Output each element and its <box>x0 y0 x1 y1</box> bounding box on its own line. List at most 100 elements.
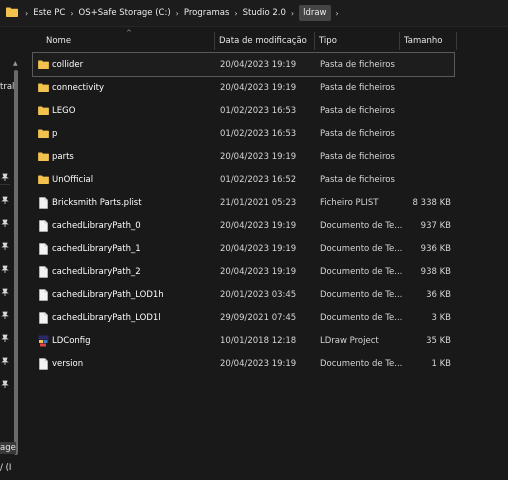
breadcrumb-studio[interactable]: Studio 2.0 <box>243 8 286 18</box>
column-divider[interactable] <box>399 32 400 50</box>
file-type: LDraw Project <box>320 335 379 346</box>
file-icon <box>37 214 49 237</box>
column-header-size[interactable]: Tamanho <box>404 30 456 52</box>
file-row[interactable]: UnOfficial 01/02/2023 16:52 Pasta de fiche… <box>33 168 454 191</box>
file-date: 20/04/2023 19:19 <box>220 151 297 162</box>
file-type: Pasta de ficheiros <box>320 174 395 185</box>
column-headers: ^ Nome Data de modificação Tipo Tamanho <box>30 29 508 52</box>
chevron-right-icon[interactable]: › <box>234 9 237 18</box>
file-name: version <box>52 358 84 369</box>
file-row[interactable]: LEGO 01/02/2023 16:53 Pasta de ficheiros <box>33 99 454 122</box>
pin-icon <box>1 196 9 204</box>
file-row[interactable]: version 20/04/2023 19:19 Documento de Te..… <box>33 352 454 375</box>
file-name: LEGO <box>52 105 76 116</box>
file-icon <box>37 283 49 306</box>
file-name: cachedLibraryPath_LOD1l <box>52 312 161 323</box>
pin-icon <box>1 242 9 250</box>
file-type: Documento de Te... <box>320 266 403 277</box>
file-name: connectivity <box>52 82 105 93</box>
file-icon <box>37 260 49 283</box>
column-header-name[interactable]: Nome <box>46 30 214 52</box>
file-name: cachedLibraryPath_2 <box>52 266 141 277</box>
pin-icon <box>1 173 9 181</box>
file-row[interactable]: cachedLibraryPath_1 20/04/2023 19:19 Docum… <box>33 237 454 260</box>
nav-scrollbar[interactable] <box>14 70 18 455</box>
breadcrumb: › Este PC › OS+Safe Storage (C:) › Progr… <box>20 0 344 26</box>
file-row[interactable]: collider 20/04/2023 19:19 Pasta de ficheir… <box>32 52 455 77</box>
file-size: 1 KB <box>431 358 451 369</box>
folder-icon <box>37 122 49 145</box>
chevron-right-icon[interactable]: › <box>291 9 294 18</box>
folder-icon <box>6 7 18 17</box>
breadcrumb-este-pc[interactable]: Este PC <box>33 8 65 18</box>
file-type: Pasta de ficheiros <box>320 128 395 139</box>
file-row[interactable]: LDConfig 10/01/2018 12:18 LDraw Project 35 … <box>33 329 454 352</box>
column-header-date[interactable]: Data de modificação <box>219 30 314 52</box>
file-type: Documento de Te... <box>320 312 403 323</box>
file-row[interactable]: cachedLibraryPath_0 20/04/2023 19:19 Docum… <box>33 214 454 237</box>
file-size: 937 KB <box>420 220 451 231</box>
pin-icon <box>1 288 9 296</box>
file-row[interactable]: p 01/02/2023 16:53 Pasta de ficheiros <box>33 122 454 145</box>
breadcrumb-drive[interactable]: OS+Safe Storage (C:) <box>79 8 171 18</box>
file-icon <box>37 237 49 260</box>
file-row[interactable]: cachedLibraryPath_2 20/04/2023 19:19 Docum… <box>33 260 454 283</box>
column-header-label: Tipo <box>319 36 337 46</box>
file-type: Pasta de ficheiros <box>320 151 395 162</box>
file-date: 20/04/2023 19:19 <box>220 220 297 231</box>
file-row[interactable]: parts 20/04/2023 19:19 Pasta de ficheiros <box>33 145 454 168</box>
nav-item-fragment[interactable]: / (I <box>0 463 11 473</box>
file-size: 938 KB <box>420 266 451 277</box>
file-date: 01/02/2023 16:53 <box>220 105 297 116</box>
file-size: 8 338 KB <box>412 197 451 208</box>
file-date: 20/04/2023 19:19 <box>220 82 297 93</box>
file-name: collider <box>52 59 84 70</box>
file-type: Pasta de ficheiros <box>320 82 395 93</box>
breadcrumb-programas[interactable]: Programas <box>184 8 230 18</box>
pin-icon <box>1 311 9 319</box>
pin-icon <box>1 380 9 388</box>
file-date: 29/09/2021 07:45 <box>220 312 297 323</box>
file-date: 20/01/2023 03:45 <box>220 289 297 300</box>
chevron-right-icon[interactable]: › <box>25 9 28 18</box>
file-name: UnOfficial <box>52 174 94 185</box>
file-date: 20/04/2023 19:19 <box>220 59 297 70</box>
file-type: Pasta de ficheiros <box>320 59 395 70</box>
file-size: 3 KB <box>431 312 451 323</box>
nav-item-fragment[interactable]: tral <box>0 82 14 92</box>
address-bar[interactable]: › Este PC › OS+Safe Storage (C:) › Progr… <box>0 0 508 27</box>
folder-icon <box>37 76 49 99</box>
pin-icon <box>1 265 9 273</box>
nav-item-fragment[interactable]: age <box>0 442 16 454</box>
column-divider[interactable] <box>456 32 457 50</box>
scroll-up-arrow-icon[interactable]: ▲ <box>13 60 18 67</box>
file-date: 20/04/2023 19:19 <box>220 243 297 254</box>
file-row[interactable]: cachedLibraryPath_LOD1l 29/09/2021 07:45 D… <box>33 306 454 329</box>
column-header-label: Tamanho <box>404 36 443 46</box>
file-row[interactable]: connectivity 20/04/2023 19:19 Pasta de fic… <box>33 76 454 99</box>
file-icon <box>37 306 49 329</box>
chevron-right-icon[interactable]: › <box>176 9 179 18</box>
breadcrumb-current-folder[interactable]: ldraw <box>299 5 331 21</box>
chevron-right-icon[interactable]: › <box>70 9 73 18</box>
column-divider[interactable] <box>214 32 215 50</box>
file-name: parts <box>52 151 74 162</box>
file-type: Pasta de ficheiros <box>320 105 395 116</box>
file-row[interactable]: Bricksmith Parts.plist 21/01/2021 05:23 Fi… <box>33 191 454 214</box>
pin-icon <box>1 334 9 342</box>
file-row[interactable]: cachedLibraryPath_LOD1h 20/01/2023 03:45 D… <box>33 283 454 306</box>
file-date: 10/01/2018 12:18 <box>220 335 297 346</box>
file-size: 36 KB <box>426 289 451 300</box>
file-icon <box>37 191 49 214</box>
file-type: Documento de Te... <box>320 358 403 369</box>
pin-icon <box>1 357 9 365</box>
file-type: Documento de Te... <box>320 289 403 300</box>
file-name: p <box>52 128 58 139</box>
column-header-label: Nome <box>46 36 72 46</box>
column-header-type[interactable]: Tipo <box>319 30 399 52</box>
column-divider[interactable] <box>314 32 315 50</box>
file-name: cachedLibraryPath_LOD1h <box>52 289 164 300</box>
file-size: 35 KB <box>426 335 451 346</box>
folder-icon <box>37 99 49 122</box>
chevron-right-icon[interactable]: › <box>336 9 339 18</box>
